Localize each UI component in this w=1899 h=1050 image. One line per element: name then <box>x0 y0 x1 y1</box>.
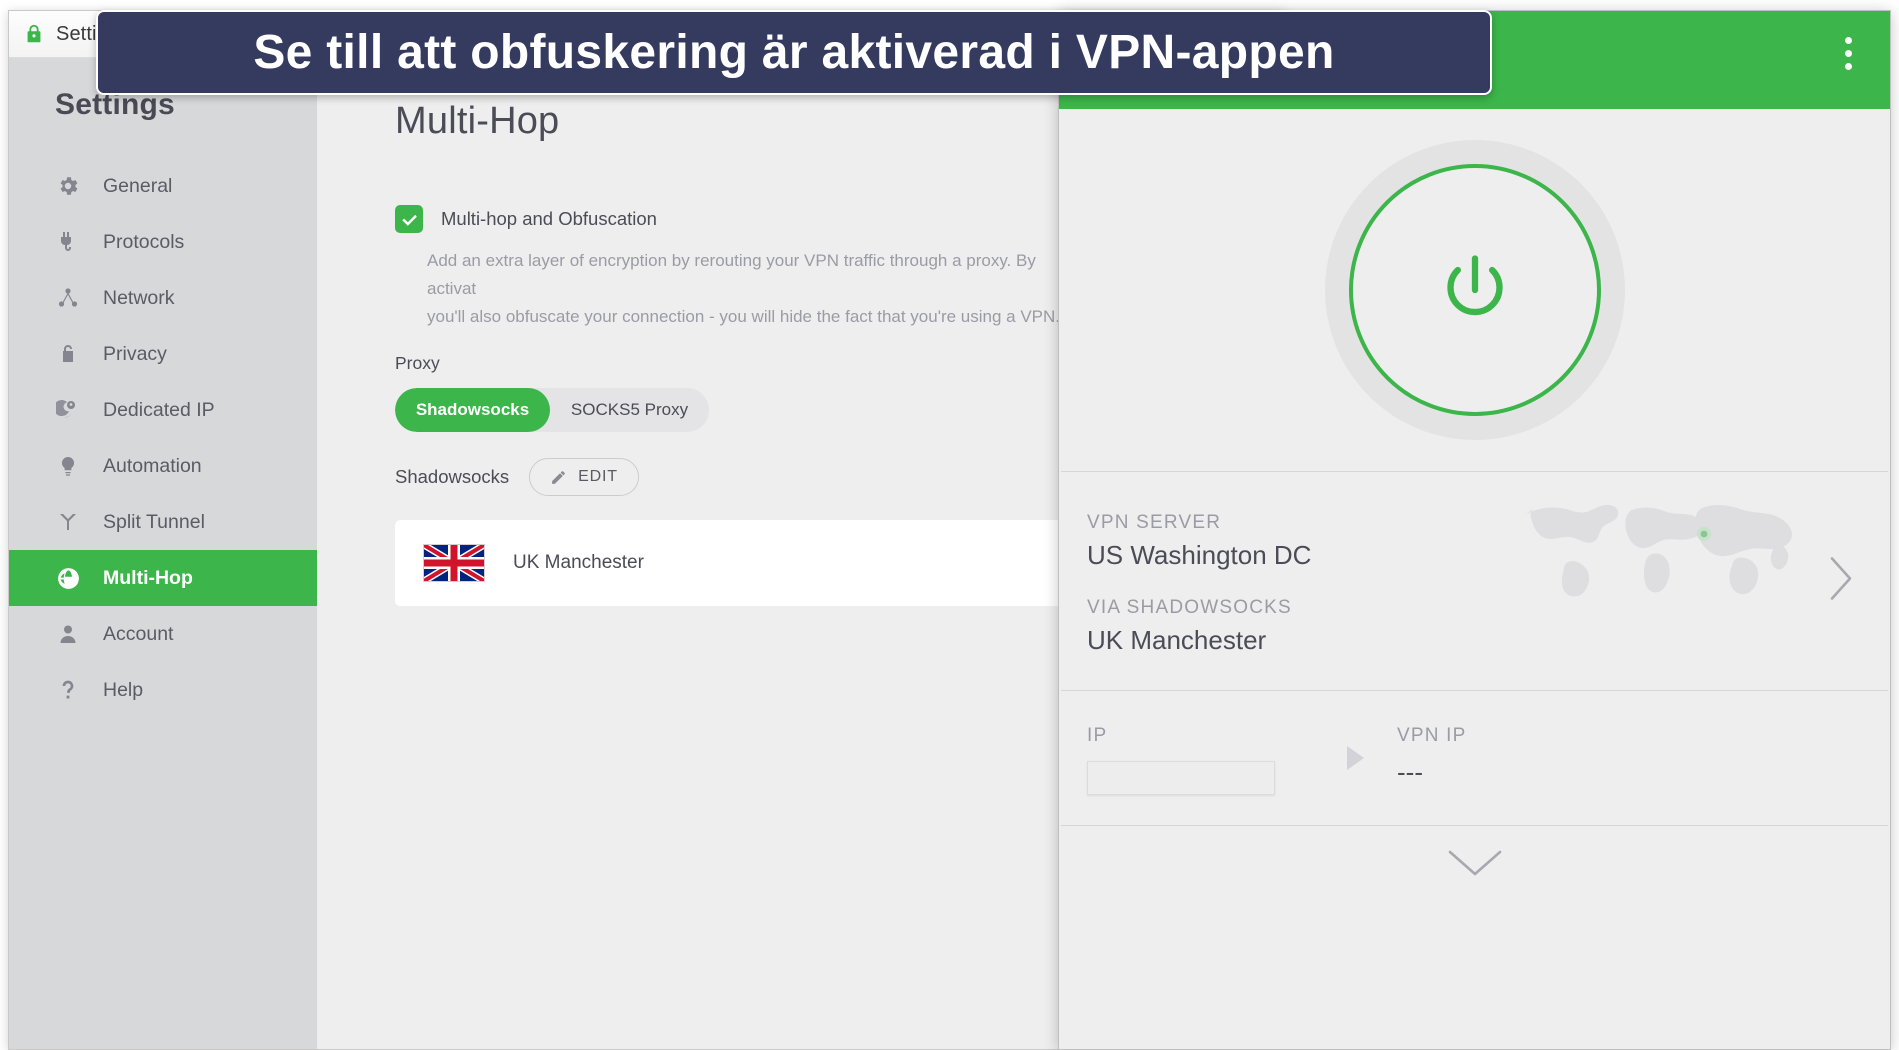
multi-hop-checkbox[interactable] <box>395 205 423 233</box>
kebab-menu-icon[interactable] <box>1839 31 1858 76</box>
server-card-name: UK Manchester <box>513 552 644 574</box>
chevron-right-icon[interactable] <box>1826 555 1856 608</box>
plug-icon <box>55 229 81 255</box>
sidebar-item-dedicated-ip[interactable]: Dedicated IP <box>9 382 317 438</box>
lightbulb-icon <box>55 453 81 479</box>
chevron-down-icon <box>1446 847 1504 884</box>
sidebar-item-split-tunnel[interactable]: Split Tunnel <box>9 494 317 550</box>
edit-button[interactable]: EDIT <box>529 458 639 497</box>
sidebar-item-label: Split Tunnel <box>103 510 205 533</box>
sidebar-item-protocols[interactable]: Protocols <box>9 214 317 270</box>
sidebar-item-label: Network <box>103 286 175 309</box>
gear-icon <box>55 173 81 199</box>
description-line-2: you'll also obfuscate your connection - … <box>427 307 1061 327</box>
annotation-banner-text: Se till att obfuskering är aktiverad i V… <box>253 26 1335 79</box>
sidebar-item-multi-hop[interactable]: Multi-Hop <box>9 550 317 606</box>
ip-label: IP <box>1087 725 1108 746</box>
network-icon <box>55 285 81 311</box>
sidebar-item-automation[interactable]: Automation <box>9 438 317 494</box>
globe-pin-icon <box>55 397 81 423</box>
vpn-server-section[interactable]: VPN SERVER US Washington DC VIA SHADOWSO… <box>1059 472 1890 690</box>
sidebar-item-label: Help <box>103 678 144 701</box>
power-button-inner <box>1348 164 1601 416</box>
sidebar: Settings General Protocols Network Priva… <box>9 58 317 1049</box>
sidebar-item-label: General <box>103 174 173 197</box>
lock-icon <box>21 21 47 47</box>
shadowsocks-label: Shadowsocks <box>395 466 510 488</box>
sidebar-item-account[interactable]: Account <box>9 606 317 662</box>
vpn-app-window: VPN SERVER US Washington DC VIA SHADOWSO… <box>1058 10 1891 1050</box>
person-icon <box>55 621 81 647</box>
annotation-banner: Se till att obfuskering är aktiverad i V… <box>96 10 1492 95</box>
screen-root: Settings Settings General Protocols Netw… <box>0 0 1899 1050</box>
vpn-ip-column: VPN IP --- <box>1397 725 1467 788</box>
expand-panel-button[interactable] <box>1059 826 1890 904</box>
ip-section: IP VPN IP --- <box>1059 691 1890 825</box>
power-icon <box>1446 255 1503 316</box>
pencil-icon <box>552 470 566 484</box>
triangle-right-icon <box>1343 743 1369 778</box>
sidebar-item-general[interactable]: General <box>9 158 317 214</box>
proxy-tabs: Shadowsocks SOCKS5 Proxy <box>395 388 709 433</box>
sidebar-item-network[interactable]: Network <box>9 270 317 326</box>
sidebar-item-label: Privacy <box>103 342 167 365</box>
sidebar-item-label: Automation <box>103 454 202 477</box>
ip-value-field[interactable] <box>1087 761 1275 795</box>
tab-shadowsocks[interactable]: Shadowsocks <box>395 388 550 433</box>
sidebar-item-label: Protocols <box>103 230 185 253</box>
sidebar-item-help[interactable]: Help <box>9 662 317 718</box>
sidebar-item-label: Multi-Hop <box>103 566 193 589</box>
power-button-area <box>1059 109 1890 471</box>
sidebar-item-label: Dedicated IP <box>103 398 215 421</box>
sidebar-item-label: Account <box>103 622 174 645</box>
ip-column: IP <box>1087 725 1343 795</box>
multi-hop-description: Add an extra layer of encryption by rero… <box>317 233 1077 331</box>
multi-hop-globe-icon <box>55 565 81 591</box>
sidebar-nav: General Protocols Network Privacy Dedica… <box>9 158 317 718</box>
split-tunnel-icon <box>55 509 81 535</box>
lock-icon <box>55 341 81 367</box>
via-shadowsocks-value: UK Manchester <box>1087 625 1267 655</box>
uk-flag-icon <box>422 542 486 585</box>
question-mark-icon <box>55 677 81 703</box>
power-button[interactable] <box>1324 140 1625 440</box>
world-map-icon <box>1506 486 1806 618</box>
multi-hop-checkbox-label: Multi-hop and Obfuscation <box>441 208 657 229</box>
description-line-1: Add an extra layer of encryption by rero… <box>427 251 1036 299</box>
edit-button-label: EDIT <box>578 468 618 486</box>
sidebar-item-privacy[interactable]: Privacy <box>9 326 317 382</box>
tab-socks5-proxy[interactable]: SOCKS5 Proxy <box>550 388 709 432</box>
vpn-ip-value: --- <box>1397 757 1423 787</box>
vpn-ip-label: VPN IP <box>1397 725 1467 746</box>
